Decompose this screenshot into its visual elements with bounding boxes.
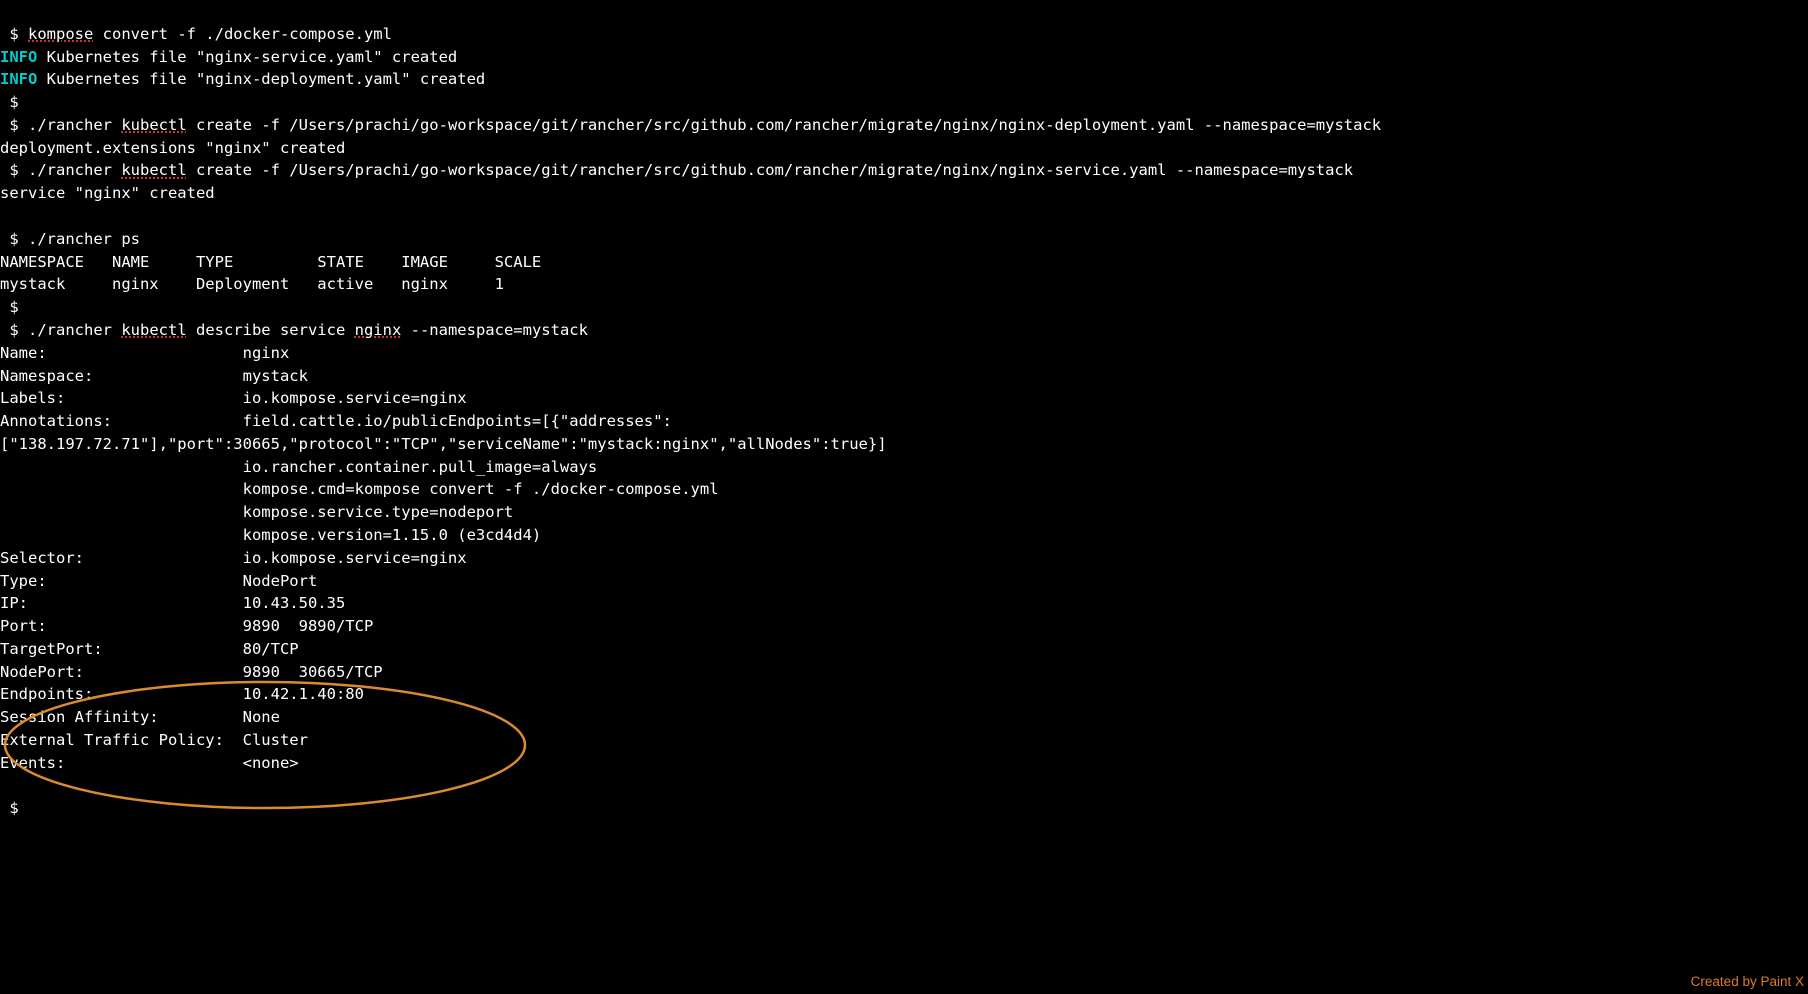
describe-selector: Selector: io.kompose.service=nginx: [0, 549, 467, 567]
describe-port: Port: 9890 9890/TCP: [0, 617, 373, 635]
cmd-rest: create -f /Users/prachi/go-workspace/git…: [187, 161, 1353, 179]
describe-endpoints: Endpoints: 10.42.1.40:80: [0, 685, 364, 703]
prompt: $: [0, 116, 28, 134]
cmd2-line: $ ./rancher kubectl create -f /Users/pra…: [0, 116, 1381, 134]
describe-annotations-3: io.rancher.container.pull_image=always: [0, 458, 597, 476]
ps-row: mystack nginx Deployment active nginx 1: [0, 275, 504, 293]
info-line-1: INFO Kubernetes file "nginx-service.yaml…: [0, 48, 457, 66]
describe-targetport: TargetPort: 80/TCP: [0, 640, 299, 658]
cmd1-line: $ kompose convert -f ./docker-compose.ym…: [0, 25, 392, 43]
prompt-empty: $: [0, 93, 19, 111]
cmd4-line: $ ./rancher ps: [0, 230, 140, 248]
cmd-pre: ./rancher: [28, 321, 121, 339]
cmd5-line: $ ./rancher kubectl describe service ngi…: [0, 321, 588, 339]
info-label: INFO: [0, 70, 37, 88]
describe-annotations-2: ["138.197.72.71"],"port":30665,"protocol…: [0, 435, 887, 453]
info-line-2: INFO Kubernetes file "nginx-deployment.y…: [0, 70, 485, 88]
describe-annotations-1: Annotations: field.cattle.io/publicEndpo…: [0, 412, 672, 430]
cmd-kubectl: kubectl: [121, 321, 186, 339]
cmd-kubectl: kubectl: [121, 116, 186, 134]
ps-header: NAMESPACE NAME TYPE STATE IMAGE SCALE: [0, 253, 541, 271]
describe-labels: Labels: io.kompose.service=nginx: [0, 389, 467, 407]
describe-events: Events: <none>: [0, 754, 299, 772]
describe-ip: IP: 10.43.50.35: [0, 594, 345, 612]
describe-type: Type: NodePort: [0, 572, 317, 590]
describe-external-traffic-policy: External Traffic Policy: Cluster: [0, 731, 308, 749]
info-label: INFO: [0, 48, 37, 66]
info-msg: Kubernetes file "nginx-service.yaml" cre…: [37, 48, 457, 66]
describe-name: Name: nginx: [0, 344, 289, 362]
cmd-pre: ./rancher: [28, 116, 121, 134]
cmd-rancher-ps: ./rancher ps: [28, 230, 140, 248]
cmd-nginx: nginx: [355, 321, 402, 339]
describe-annotations-6: kompose.version=1.15.0 (e3cd4d4): [0, 526, 541, 544]
info-msg: Kubernetes file "nginx-deployment.yaml" …: [37, 70, 485, 88]
terminal-output[interactable]: $ kompose convert -f ./docker-compose.ym…: [0, 0, 1808, 820]
describe-nodeport: NodePort: 9890 30665/TCP: [0, 663, 383, 681]
cmd-args: convert -f ./docker-compose.yml: [93, 25, 392, 43]
cmd-rest: --namespace=mystack: [401, 321, 588, 339]
cmd-mid: describe service: [187, 321, 355, 339]
cmd-pre: ./rancher: [28, 161, 121, 179]
prompt: $: [0, 161, 28, 179]
output-service-created: service "nginx" created: [0, 184, 215, 202]
cmd-rest: create -f /Users/prachi/go-workspace/git…: [187, 116, 1381, 134]
prompt: $: [0, 321, 28, 339]
describe-session-affinity: Session Affinity: None: [0, 708, 280, 726]
prompt: $: [0, 25, 28, 43]
output-deployment-created: deployment.extensions "nginx" created: [0, 139, 345, 157]
watermark-paintx: Created by Paint X: [1691, 972, 1804, 992]
prompt-end: $: [0, 799, 19, 817]
describe-annotations-4: kompose.cmd=kompose convert -f ./docker-…: [0, 480, 719, 498]
cmd-kubectl: kubectl: [121, 161, 186, 179]
prompt: $: [0, 230, 28, 248]
prompt-empty: $: [0, 298, 19, 316]
cmd3-line: $ ./rancher kubectl create -f /Users/pra…: [0, 161, 1353, 179]
cmd-kompose: kompose: [28, 25, 93, 43]
describe-namespace: Namespace: mystack: [0, 367, 308, 385]
describe-annotations-5: kompose.service.type=nodeport: [0, 503, 513, 521]
